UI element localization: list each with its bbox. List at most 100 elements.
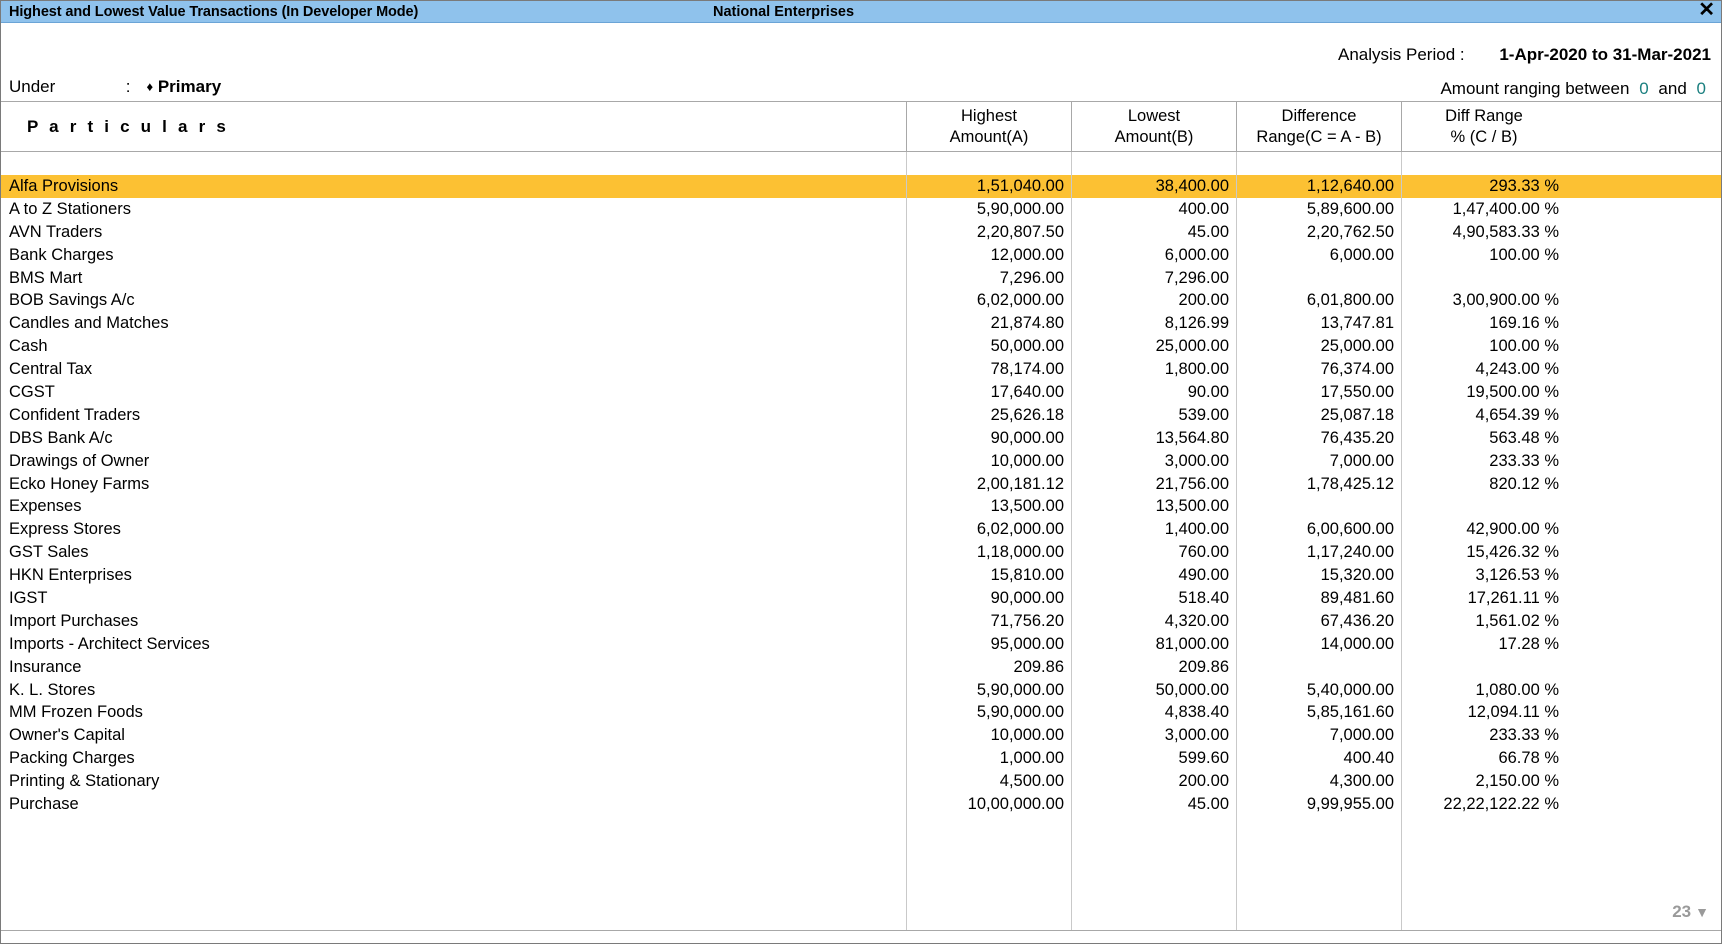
table-row[interactable]: Drawings of Owner 10,000.00 3,000.00 7,000.… xyxy=(1,449,1721,473)
table-row[interactable]: BOB Savings A/c 6,02,000.00 200.00 6,01,800… xyxy=(1,289,1721,313)
row-particulars: AVN Traders xyxy=(9,222,103,241)
table-header-row: P a r t i c u l a r s Highest Amount(A) … xyxy=(1,102,1721,152)
row-difference-range: 1,17,240.00 xyxy=(1236,541,1401,565)
table-row[interactable]: BMS Mart 7,296.00 7,296.00 xyxy=(1,266,1721,290)
row-lowest-amount: 8,126.99 xyxy=(1071,312,1236,336)
page-indicator[interactable]: 23 ▼ xyxy=(1672,902,1709,922)
table-row[interactable]: Alfa Provisions 1,51,040.00 38,400.00 1,12,… xyxy=(1,175,1721,198)
row-highest-amount: 5,90,000.00 xyxy=(906,701,1071,725)
row-particulars: Expenses xyxy=(9,497,82,516)
row-particulars: Express Stores xyxy=(9,520,121,539)
report-header: Analysis Period : 1-Apr-2020 to 31-Mar-2… xyxy=(1,23,1721,101)
row-lowest-amount: 90.00 xyxy=(1071,381,1236,404)
row-particulars: BOB Savings A/c xyxy=(9,291,135,310)
table-row[interactable]: Cash 50,000.00 25,000.00 25,000.00 100.00 % xyxy=(1,335,1721,359)
row-highest-amount: 21,874.80 xyxy=(906,312,1071,336)
row-difference-range: 2,20,762.50 xyxy=(1236,220,1401,244)
column-header-highest-amount: Highest Amount(A) xyxy=(906,102,1071,151)
table-row[interactable]: Owner's Capital 10,000.00 3,000.00 7,000.00… xyxy=(1,724,1721,748)
table-row[interactable]: GST Sales 1,18,000.00 760.00 1,17,240.00 15,… xyxy=(1,541,1721,565)
row-difference-range: 15,320.00 xyxy=(1236,564,1401,588)
report-window: Highest and Lowest Value Transactions (I… xyxy=(0,0,1722,944)
table-row[interactable]: Import Purchases 71,756.20 4,320.00 67,436.… xyxy=(1,609,1721,633)
row-difference-range: 13,747.81 xyxy=(1236,312,1401,336)
row-particulars: Owner's Capital xyxy=(9,726,125,745)
scroll-down-caret-icon[interactable]: ▼ xyxy=(1695,904,1709,920)
row-highest-amount: 78,174.00 xyxy=(906,358,1071,382)
row-difference-range xyxy=(1236,655,1401,679)
page-count: 23 xyxy=(1672,902,1692,921)
table-row[interactable]: IGST 90,000.00 518.40 89,481.60 17,261.11 % xyxy=(1,587,1721,610)
row-difference-range: 6,00,600.00 xyxy=(1236,518,1401,542)
table-row[interactable]: Confident Traders 25,626.18 539.00 25,087.1… xyxy=(1,403,1721,427)
table-row[interactable]: Central Tax 78,174.00 1,800.00 76,374.00 4,2… xyxy=(1,358,1721,382)
row-lowest-amount: 45.00 xyxy=(1071,793,1236,816)
table-row[interactable]: CGST 17,640.00 90.00 17,550.00 19,500.00 % xyxy=(1,381,1721,404)
window-footer xyxy=(1,931,1721,943)
row-diff-range-pct: 3,126.53 % xyxy=(1401,564,1566,588)
row-highest-amount: 7,296.00 xyxy=(906,266,1071,290)
under-selector[interactable]: Under : ♦ Primary xyxy=(9,77,221,97)
row-difference-range: 14,000.00 xyxy=(1236,632,1401,656)
row-diff-range-pct xyxy=(1401,266,1566,290)
row-particulars: Imports - Architect Services xyxy=(9,634,210,653)
row-lowest-amount: 490.00 xyxy=(1071,564,1236,588)
row-diff-range-pct: 169.16 % xyxy=(1401,312,1566,336)
row-particulars: Alfa Provisions xyxy=(9,176,119,195)
row-particulars: Purchase xyxy=(9,794,79,813)
table-row[interactable]: Printing & Stationary 4,500.00 200.00 4,300… xyxy=(1,770,1721,794)
table-row[interactable]: Candles and Matches 21,874.80 8,126.99 13,7… xyxy=(1,312,1721,336)
row-difference-range: 9,99,955.00 xyxy=(1236,793,1401,816)
row-diff-range-pct: 4,90,583.33 % xyxy=(1401,220,1566,244)
table-row[interactable]: A to Z Stationers 5,90,000.00 400.00 5,89,6… xyxy=(1,197,1721,221)
table-row[interactable]: Insurance 209.86 209.86 xyxy=(1,655,1721,679)
row-highest-amount: 50,000.00 xyxy=(906,335,1071,359)
row-diff-range-pct: 233.33 % xyxy=(1401,724,1566,748)
row-lowest-amount: 4,838.40 xyxy=(1071,701,1236,725)
row-diff-range-pct: 100.00 % xyxy=(1401,335,1566,359)
column-header-diff-range-pct: Diff Range % (C / B) xyxy=(1401,102,1566,151)
close-icon[interactable]: ✕ xyxy=(1698,0,1715,21)
row-lowest-amount: 25,000.00 xyxy=(1071,335,1236,359)
row-highest-amount: 10,000.00 xyxy=(906,724,1071,748)
row-diff-range-pct: 19,500.00 % xyxy=(1401,381,1566,404)
row-difference-range: 6,01,800.00 xyxy=(1236,289,1401,313)
row-difference-range: 4,300.00 xyxy=(1236,770,1401,794)
row-particulars: HKN Enterprises xyxy=(9,566,132,585)
column-header-lowest-amount: Lowest Amount(B) xyxy=(1071,102,1236,151)
row-highest-amount: 1,000.00 xyxy=(906,747,1071,771)
under-value[interactable]: Primary xyxy=(158,77,221,96)
table-row[interactable]: AVN Traders 2,20,807.50 45.00 2,20,762.50 4,… xyxy=(1,220,1721,244)
row-diff-range-pct xyxy=(1401,495,1566,519)
table-row[interactable]: Expenses 13,500.00 13,500.00 xyxy=(1,495,1721,519)
row-lowest-amount: 3,000.00 xyxy=(1071,449,1236,473)
table-body: Alfa Provisions 1,51,040.00 38,400.00 1,12,… xyxy=(1,152,1721,931)
amount-range-from-input[interactable]: 0 xyxy=(1639,79,1648,98)
table-row[interactable]: MM Frozen Foods 5,90,000.00 4,838.40 5,85,1… xyxy=(1,701,1721,725)
row-particulars: Candles and Matches xyxy=(9,314,169,333)
row-highest-amount: 90,000.00 xyxy=(906,426,1071,450)
row-diff-range-pct: 233.33 % xyxy=(1401,449,1566,473)
row-lowest-amount: 21,756.00 xyxy=(1071,472,1236,496)
table-row[interactable]: DBS Bank A/c 90,000.00 13,564.80 76,435.20 5… xyxy=(1,426,1721,450)
table-row[interactable]: Ecko Honey Farms 2,00,181.12 21,756.00 1,78… xyxy=(1,472,1721,496)
table-row[interactable]: Express Stores 6,02,000.00 1,400.00 6,00,60… xyxy=(1,518,1721,542)
row-diff-range-pct: 17.28 % xyxy=(1401,632,1566,656)
row-particulars: Confident Traders xyxy=(9,405,141,424)
row-diff-range-pct: 15,426.32 % xyxy=(1401,541,1566,565)
row-highest-amount: 5,90,000.00 xyxy=(906,678,1071,702)
amount-range-to-input[interactable]: 0 xyxy=(1697,79,1706,98)
table-row[interactable]: HKN Enterprises 15,810.00 490.00 15,320.00 3… xyxy=(1,564,1721,588)
table-row[interactable]: Packing Charges 1,000.00 599.60 400.40 66.78… xyxy=(1,747,1721,771)
row-diff-range-pct: 293.33 % xyxy=(1401,175,1566,198)
row-highest-amount: 2,20,807.50 xyxy=(906,220,1071,244)
row-difference-range: 1,12,640.00 xyxy=(1236,175,1401,198)
table-row[interactable]: Bank Charges 12,000.00 6,000.00 6,000.00 100… xyxy=(1,243,1721,267)
table-row[interactable]: Imports - Architect Services 95,000.00 81,… xyxy=(1,632,1721,656)
row-lowest-amount: 539.00 xyxy=(1071,403,1236,427)
table-row[interactable]: K. L. Stores 5,90,000.00 50,000.00 5,40,000… xyxy=(1,678,1721,702)
row-difference-range: 25,000.00 xyxy=(1236,335,1401,359)
row-lowest-amount: 1,400.00 xyxy=(1071,518,1236,542)
table-row[interactable]: Purchase 10,00,000.00 45.00 9,99,955.00 22,2… xyxy=(1,793,1721,816)
row-diff-range-pct: 563.48 % xyxy=(1401,426,1566,450)
